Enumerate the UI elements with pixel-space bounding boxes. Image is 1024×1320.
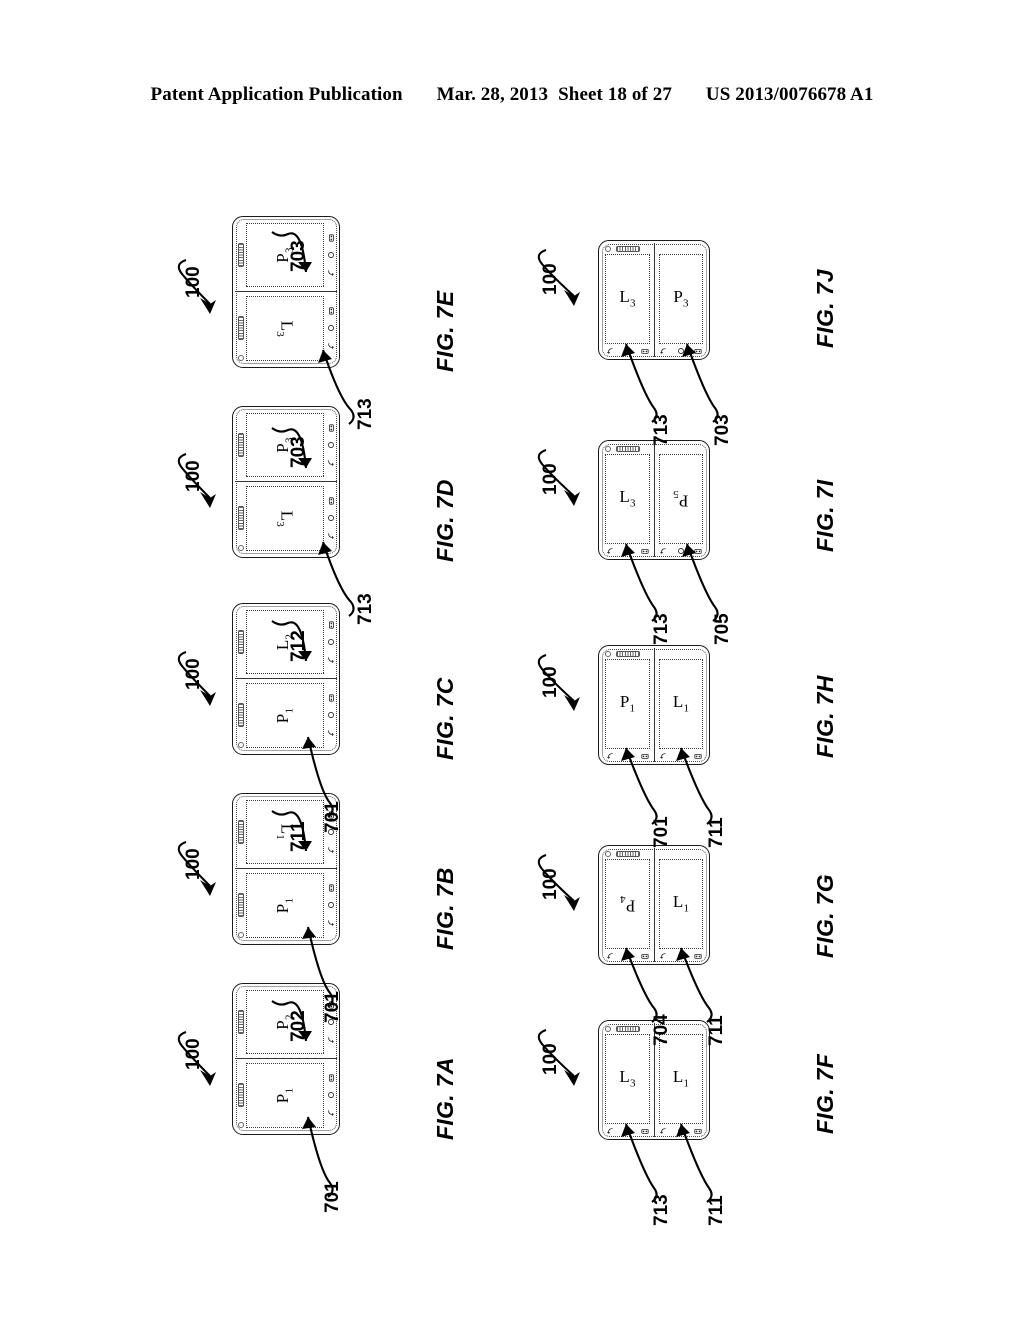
leader-701 <box>302 1116 334 1198</box>
leader-100 <box>537 249 580 306</box>
menu-grid-icon[interactable] <box>327 884 335 893</box>
figure-label-7e: FIG. 7E <box>432 290 458 372</box>
figure-label-7h: FIG. 7H <box>812 675 838 758</box>
leader-100 <box>537 854 580 911</box>
figure-label-7i: FIG. 7I <box>812 479 838 552</box>
figure-label-7d: FIG. 7D <box>432 479 458 562</box>
figure-label-7a: FIG. 7A <box>432 1057 458 1140</box>
device-topbar <box>655 648 707 659</box>
leader-703 <box>271 231 312 273</box>
leader-711 <box>676 947 713 1023</box>
leader-100 <box>537 1029 580 1086</box>
device-topbar <box>655 243 707 254</box>
leader-711 <box>676 1123 713 1203</box>
leader-100 <box>177 841 216 896</box>
front-camera-icon <box>238 1122 244 1128</box>
leader-701 <box>302 736 334 818</box>
figure-label-7b: FIG. 7B <box>432 867 458 950</box>
front-camera-icon <box>238 932 244 938</box>
leader-100 <box>537 449 580 506</box>
front-camera-icon <box>238 742 244 748</box>
drawing-sheet: P1 P2 100 701 702 FIG. 7A P1 L1 100 701 … <box>0 0 1024 1320</box>
leader-100 <box>537 654 580 711</box>
front-camera-icon <box>238 355 244 361</box>
menu-grid-icon[interactable] <box>327 694 335 703</box>
figure-label-7j: FIG. 7J <box>812 269 838 348</box>
menu-grid-icon[interactable] <box>327 1074 335 1083</box>
leader-100 <box>177 651 216 706</box>
figure-label-7f: FIG. 7F <box>812 1053 838 1134</box>
leader-711 <box>676 747 713 825</box>
figure-label-7g: FIG. 7G <box>812 874 838 958</box>
leader-705 <box>682 543 719 622</box>
leader-100 <box>177 453 216 508</box>
device-topbar <box>655 848 707 859</box>
leader-701 <box>302 926 334 1008</box>
leader-100 <box>177 259 216 314</box>
figure-label-7c: FIG. 7C <box>432 677 458 760</box>
leader-100 <box>177 1031 216 1086</box>
leader-713 <box>318 349 355 425</box>
leader-713 <box>318 541 355 617</box>
front-camera-icon <box>238 545 244 551</box>
menu-grid-icon[interactable] <box>327 307 335 316</box>
leader-703 <box>682 343 719 423</box>
